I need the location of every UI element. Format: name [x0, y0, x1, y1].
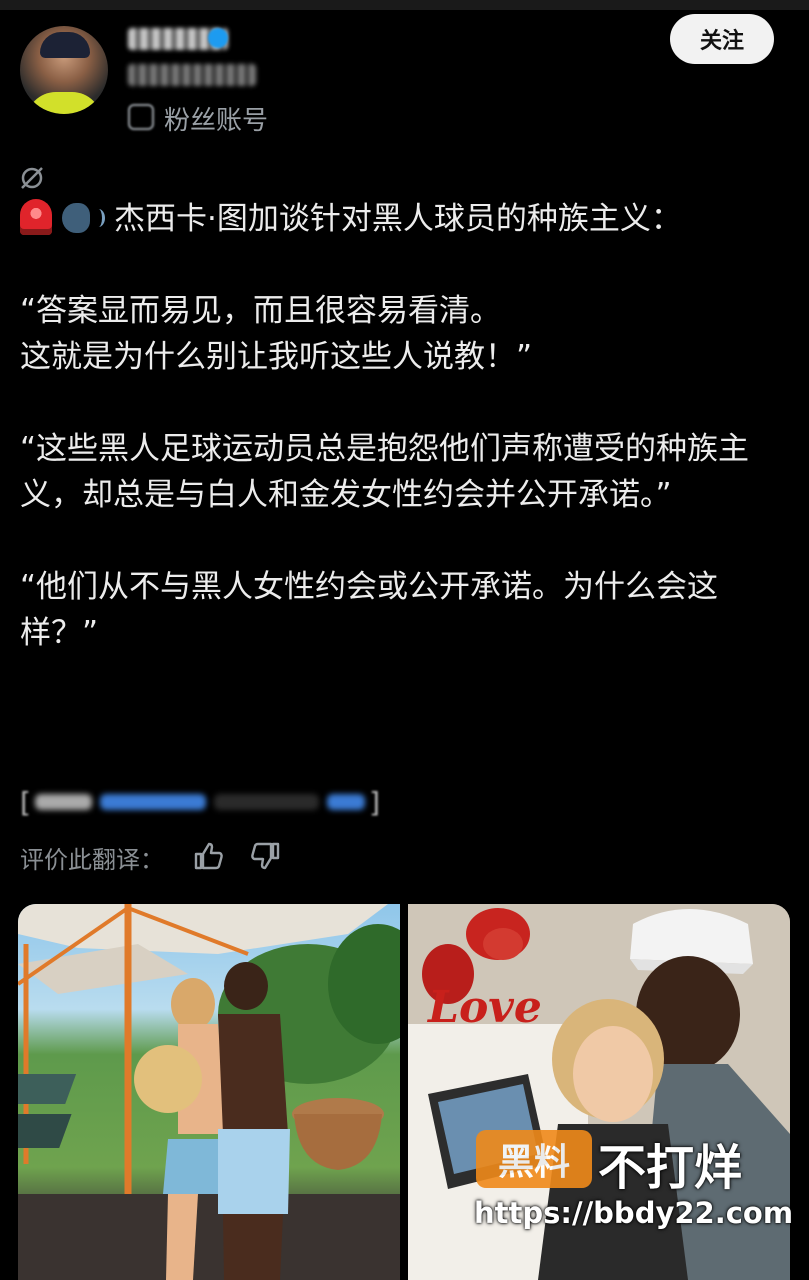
watermark-logo: 黑料 — [476, 1130, 592, 1188]
avatar[interactable] — [20, 26, 108, 114]
rate-translation-label: 评价此翻译： — [20, 846, 164, 874]
account-type-label: 粉丝账号 — [164, 106, 269, 136]
handle-blurred — [128, 64, 256, 86]
siren-icon — [20, 199, 52, 235]
quote-1b: 这就是为什么别让我听这些人说教！” — [20, 339, 533, 375]
watermark-url: https://bbdy22.com — [474, 1196, 794, 1230]
watermark-brand: 不打烊 — [598, 1140, 743, 1196]
love-balloon-text: Love — [426, 982, 542, 1033]
post-text: 杰西卡·图加谈针对黑人球员的种族主义： “答案显而易见，而且很容易看清。 这就是… — [20, 196, 790, 656]
translate-icon — [21, 167, 43, 189]
photo-poolside[interactable] — [18, 904, 400, 1280]
fan-account-icon — [128, 104, 154, 130]
quote-1a: “答案显而易见，而且很容易看清。 — [20, 293, 502, 329]
quote-2: “这些黑人足球运动员总是抱怨他们声称遭受的种族主义，却总是与白人和金发女性约会并… — [20, 431, 750, 513]
photo-poolside-illustration — [18, 904, 400, 1280]
post-headline: 杰西卡·图加谈针对黑人球员的种族主义： — [20, 196, 790, 242]
quote-3: “他们从不与黑人女性约会或公开承诺。为什么会这样？” — [20, 569, 719, 651]
verified-badge-icon — [208, 28, 228, 48]
follow-button[interactable]: 关注 — [670, 14, 774, 64]
headline-text: 杰西卡·图加谈针对黑人球员的种族主义： — [114, 201, 682, 237]
status-strip — [0, 0, 809, 10]
speaking-head-icon — [62, 199, 105, 235]
thumb-down-icon[interactable] — [250, 840, 282, 872]
thumb-up-icon[interactable] — [192, 840, 224, 872]
watermark: 黑料 不打烊 https://bbdy22.com — [470, 1128, 794, 1230]
source-link-blurred[interactable]: [ ] — [20, 786, 380, 819]
